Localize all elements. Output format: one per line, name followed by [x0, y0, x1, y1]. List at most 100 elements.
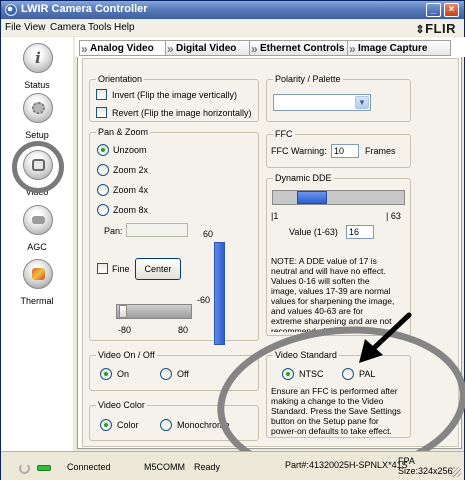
center-button[interactable]: Center	[135, 258, 181, 280]
group-legend: Dynamic DDE	[273, 173, 334, 183]
close-button[interactable]: ×	[444, 3, 459, 17]
vertical-pan-slider[interactable]	[214, 242, 225, 345]
v-min-label: -60	[197, 295, 211, 305]
dde-max-label: | 63	[386, 211, 401, 221]
note-line: image, values 17-39 are normal	[271, 286, 391, 296]
gear-icon	[23, 93, 53, 123]
ready-status: Ready	[194, 462, 221, 472]
revert-label: Revert (Flip the image horizontally)	[112, 108, 252, 118]
title-bar[interactable]: LWIR Camera Controller _ ×	[1, 1, 464, 19]
part-number: Part#:41320025H-SPNLX*41S	[285, 460, 408, 470]
sidebar-item-label: AGC	[27, 242, 47, 252]
group-legend: Video On / Off	[96, 350, 157, 360]
zoom-8x-label: Zoom 8x	[113, 205, 149, 215]
sidebar-item-agc[interactable]: AGC	[1, 205, 73, 255]
tab-image-capture[interactable]: » Image Capture	[347, 40, 451, 56]
menu-view[interactable]: View	[24, 22, 46, 33]
dde-value-input[interactable]: 16	[346, 225, 374, 239]
fine-checkbox[interactable]	[97, 263, 108, 274]
refresh-icon	[19, 463, 30, 474]
radio-zoom-2x[interactable]	[97, 164, 109, 176]
ffc-group: FFC FFC Warning: 10 Frames	[266, 129, 411, 168]
thermal-icon	[23, 259, 53, 289]
zoom-2x-label: Zoom 2x	[113, 165, 149, 175]
ffc-warning-label: FFC Warning:	[271, 146, 327, 156]
ffc-warning-input[interactable]: 10	[331, 144, 359, 158]
unzoom-label: Unzoom	[113, 145, 147, 155]
revert-checkbox[interactable]	[96, 107, 107, 118]
dde-slider[interactable]	[272, 190, 405, 205]
menu-file[interactable]: File	[5, 22, 21, 33]
horizontal-pan-thumb[interactable]	[119, 305, 127, 318]
tab-label: Analog Video	[90, 43, 154, 54]
dde-min-label: |1	[271, 211, 279, 221]
pan-input[interactable]	[126, 223, 188, 237]
sidebar-item-label: Thermal	[20, 296, 54, 306]
menu-bar: File View Camera Tools Help ⇕FLIR	[1, 20, 464, 36]
menu-tools[interactable]: Tools	[88, 22, 111, 33]
radio-color[interactable]	[100, 419, 112, 431]
invert-label: Invert (Flip the image vertically)	[112, 90, 238, 100]
group-legend: Orientation	[96, 74, 145, 84]
tab-ethernet-controls[interactable]: » Ethernet Controls	[249, 40, 347, 56]
minimize-button[interactable]: _	[426, 3, 441, 17]
group-legend: Video Color	[96, 400, 147, 410]
note-line: neutral and will have no effect.	[271, 266, 386, 276]
polarity-select[interactable]: ▼	[273, 94, 371, 111]
app-icon	[5, 4, 17, 16]
dde-value-label: Value (1-63)	[289, 227, 338, 237]
note-line: Values 0-16 will soften the	[271, 276, 370, 286]
note-line: NOTE: A DDE value of 17 is	[271, 256, 377, 266]
zoom-4x-label: Zoom 4x	[113, 185, 149, 195]
connection-led-icon	[37, 465, 51, 471]
sidebar-item-thermal[interactable]: Thermal	[1, 259, 73, 309]
fpa-label: FPA	[398, 456, 415, 466]
port-status: M5COMM	[144, 462, 185, 472]
tab-digital-video[interactable]: » Digital Video	[165, 40, 249, 56]
video-off-label: Off	[177, 369, 189, 379]
resize-grip[interactable]	[451, 467, 461, 477]
video-on-label: On	[117, 369, 130, 379]
tab-label: Image Capture	[358, 43, 428, 54]
video-highlight-ring	[12, 141, 64, 193]
radio-video-on[interactable]	[100, 368, 112, 380]
invert-checkbox[interactable]	[96, 89, 107, 100]
sidebar-item-label: Setup	[25, 130, 49, 140]
h-min-label: -80	[118, 325, 132, 335]
status-bar: Connected M5COMM Ready Part#:41320025H-S…	[1, 451, 464, 480]
radio-video-off[interactable]	[160, 368, 172, 380]
menu-help[interactable]: Help	[114, 22, 135, 33]
v-max-label: 60	[203, 229, 214, 239]
group-legend: FFC	[273, 129, 295, 139]
connection-status: Connected	[67, 462, 111, 472]
radio-zoom-8x[interactable]	[97, 204, 109, 216]
app-window: LWIR Camera Controller _ × File View Cam…	[0, 0, 465, 480]
tab-label: Ethernet Controls	[260, 43, 345, 54]
radio-zoom-4x[interactable]	[97, 184, 109, 196]
group-legend: Polarity / Palette	[273, 74, 343, 84]
h-max-label: 80	[178, 325, 189, 335]
radio-unzoom[interactable]	[97, 144, 109, 156]
fine-label: Fine	[112, 264, 130, 274]
polarity-group: Polarity / Palette ▼	[266, 74, 411, 122]
flir-logo: ⇕FLIR	[415, 21, 456, 36]
sidebar-item-setup[interactable]: Setup	[1, 93, 73, 143]
tab-bar: » Analog Video » Digital Video » Ethernet C…	[75, 37, 465, 57]
pan-zoom-group: Pan & Zoom Unzoom Zoom 2x Zoom 4x Zoom 8…	[89, 127, 259, 345]
horizontal-pan-slider[interactable]	[116, 304, 192, 319]
sidebar: i Status Setup Video AGC Thermal	[1, 37, 73, 451]
sidebar-item-label: Status	[24, 80, 50, 90]
color-label: Color	[117, 420, 139, 430]
tab-label: Digital Video	[176, 43, 237, 54]
radio-monochrome[interactable]	[160, 419, 172, 431]
tab-analog-video[interactable]: » Analog Video	[79, 40, 165, 56]
orientation-group: Orientation Invert (Flip the image verti…	[89, 74, 259, 122]
pan-label: Pan:	[104, 226, 123, 236]
agc-icon	[23, 205, 53, 235]
menu-camera[interactable]: Camera	[50, 22, 86, 33]
chevron-down-icon: ▼	[355, 96, 369, 109]
sidebar-item-status[interactable]: i Status	[1, 43, 73, 93]
dde-slider-thumb[interactable]	[297, 191, 327, 204]
annotation-arrow-icon	[359, 312, 412, 363]
group-legend: Pan & Zoom	[96, 127, 151, 137]
